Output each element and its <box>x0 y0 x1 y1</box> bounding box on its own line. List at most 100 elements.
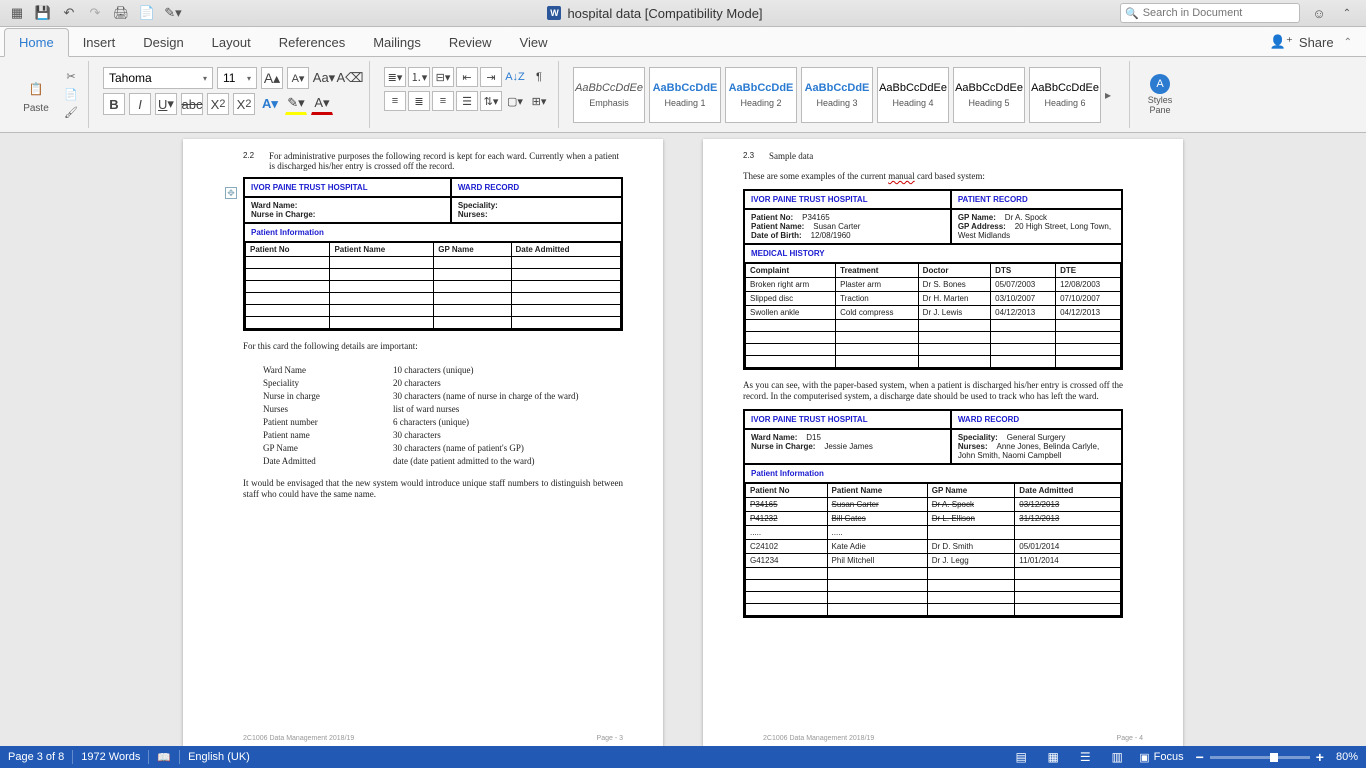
language-status[interactable]: English (UK) <box>188 751 250 763</box>
paste-button[interactable]: 📋 Paste <box>14 75 58 114</box>
styles-group: AaBbCcDdEeEmphasisAaBbCcDdEHeading 1AaBb… <box>565 61 1123 128</box>
search-icon: 🔍 <box>1125 7 1139 20</box>
copy-icon[interactable]: 📄 <box>62 87 80 103</box>
collapse-ribbon-icon[interactable]: ⌃ <box>1338 4 1356 22</box>
numbering-icon[interactable]: ⒈▾ <box>408 67 430 87</box>
page-status[interactable]: Page 3 of 8 <box>8 751 64 763</box>
word-app-icon: W <box>547 6 561 20</box>
font-color-icon[interactable]: A▾ <box>311 93 333 115</box>
zoom-out-icon[interactable]: − <box>1196 749 1204 765</box>
align-right-icon[interactable]: ≡ <box>432 91 454 111</box>
tab-view[interactable]: View <box>506 29 562 56</box>
view-web-icon[interactable]: ▥ <box>1107 749 1127 765</box>
grow-font-icon[interactable]: A▴ <box>261 67 283 89</box>
font-size-dropdown[interactable]: 11▾ <box>217 67 257 89</box>
tab-review[interactable]: Review <box>435 29 506 56</box>
strike-button[interactable]: abc <box>181 93 203 115</box>
view-print-icon[interactable]: ▦ <box>1043 749 1063 765</box>
cut-icon[interactable]: ✂ <box>62 69 80 85</box>
tab-design[interactable]: Design <box>129 29 197 56</box>
clipboard-group: 📋 Paste ✂ 📄 🖌 <box>6 61 89 128</box>
chevron-down-icon: ▾ <box>203 74 207 83</box>
zoom-slider[interactable]: − + <box>1196 749 1324 765</box>
ribbon: 📋 Paste ✂ 📄 🖌 Tahoma▾ 11▾ A▴ A▾ Aa▾ A⌫ B… <box>0 57 1366 133</box>
tab-home[interactable]: Home <box>4 28 69 57</box>
multilevel-icon[interactable]: ⊟▾ <box>432 67 454 87</box>
style-heading-4[interactable]: AaBbCcDdEeHeading 4 <box>877 67 949 123</box>
style-emphasis[interactable]: AaBbCcDdEeEmphasis <box>573 67 645 123</box>
search-box[interactable]: 🔍 <box>1120 3 1300 23</box>
window-menu-icon[interactable]: ▦ <box>8 4 26 22</box>
customize-icon[interactable]: ✎▾ <box>164 4 182 22</box>
justify-icon[interactable]: ☰ <box>456 91 478 111</box>
paragraph-group: ≣▾ ⒈▾ ⊟▾ ⇤ ⇥ A↓Z ¶ ≡ ≣ ≡ ☰ ⇅▾ ▢▾ ⊞▾ <box>376 61 559 128</box>
indent-dec-icon[interactable]: ⇤ <box>456 67 478 87</box>
styles-pane-button[interactable]: A Styles Pane <box>1138 74 1182 116</box>
ward-record-blank: IVOR PAINE TRUST HOSPITALWARD RECORD War… <box>243 177 623 331</box>
page-right: 2.3Sample data These are some examples o… <box>703 139 1183 746</box>
style-heading-2[interactable]: AaBbCcDdEHeading 2 <box>725 67 797 123</box>
definition-list: Ward Name10 characters (unique)Specialit… <box>263 365 623 466</box>
focus-button[interactable]: ▣ Focus <box>1139 751 1183 764</box>
styles-more-icon[interactable]: ▸ <box>1101 88 1115 102</box>
share-icon: 👤⁺ <box>1270 34 1293 50</box>
document-title: hospital data [Compatibility Mode] <box>567 6 762 21</box>
bullets-icon[interactable]: ≣▾ <box>384 67 406 87</box>
chevron-down-icon: ▾ <box>247 74 251 83</box>
styles-pane-group: A Styles Pane <box>1129 61 1190 128</box>
statusbar: Page 3 of 8 1972 Words 📖 English (UK) ▤ … <box>0 746 1366 768</box>
align-center-icon[interactable]: ≣ <box>408 91 430 111</box>
subscript-button[interactable]: X2 <box>207 93 229 115</box>
undo-icon[interactable]: ↶ <box>60 4 78 22</box>
ward-record-filled: IVOR PAINE TRUST HOSPITALWARD RECORD War… <box>743 409 1123 618</box>
search-input[interactable] <box>1143 7 1295 19</box>
save-icon[interactable]: 💾 <box>34 4 52 22</box>
view-read-icon[interactable]: ▤ <box>1011 749 1031 765</box>
shading-icon[interactable]: ▢▾ <box>504 91 526 111</box>
spellcheck-icon[interactable]: 📖 <box>157 751 171 764</box>
clear-format-icon[interactable]: A⌫ <box>339 67 361 89</box>
font-group: Tahoma▾ 11▾ A▴ A▾ Aa▾ A⌫ B I U▾ abc X2 X… <box>95 61 370 128</box>
redo-icon[interactable]: ↷ <box>86 4 104 22</box>
word-count[interactable]: 1972 Words <box>81 751 140 763</box>
bold-button[interactable]: B <box>103 93 125 115</box>
superscript-button[interactable]: X2 <box>233 93 255 115</box>
newdoc-icon[interactable]: 📄 <box>138 4 156 22</box>
chevron-down-icon: ⌃ <box>1344 37 1352 48</box>
tab-insert[interactable]: Insert <box>69 29 130 56</box>
style-heading-1[interactable]: AaBbCcDdEHeading 1 <box>649 67 721 123</box>
underline-button[interactable]: U▾ <box>155 93 177 115</box>
tab-mailings[interactable]: Mailings <box>359 29 435 56</box>
style-heading-6[interactable]: AaBbCcDdEeHeading 6 <box>1029 67 1101 123</box>
tab-references[interactable]: References <box>265 29 359 56</box>
view-outline-icon[interactable]: ☰ <box>1075 749 1095 765</box>
titlebar: ▦ 💾 ↶ ↷ 🖨 📄 ✎▾ W hospital data [Compatib… <box>0 0 1366 27</box>
zoom-value[interactable]: 80% <box>1336 751 1358 763</box>
change-case-icon[interactable]: Aa▾ <box>313 67 335 89</box>
style-heading-3[interactable]: AaBbCcDdEHeading 3 <box>801 67 873 123</box>
style-heading-5[interactable]: AaBbCcDdEeHeading 5 <box>953 67 1025 123</box>
font-name-dropdown[interactable]: Tahoma▾ <box>103 67 213 89</box>
sort-icon[interactable]: A↓Z <box>504 67 526 87</box>
page-left: ✥ 2.2For administrative purposes the fol… <box>183 139 663 746</box>
paste-icon: 📋 <box>24 75 48 103</box>
borders-icon[interactable]: ⊞▾ <box>528 91 550 111</box>
document-area[interactable]: ✥ 2.2For administrative purposes the fol… <box>0 133 1366 746</box>
print-icon[interactable]: 🖨 <box>112 4 130 22</box>
smiley-icon[interactable]: ☺ <box>1310 4 1328 22</box>
zoom-in-icon[interactable]: + <box>1316 749 1324 765</box>
indent-inc-icon[interactable]: ⇥ <box>480 67 502 87</box>
format-painter-icon[interactable]: 🖌 <box>62 105 80 121</box>
line-spacing-icon[interactable]: ⇅▾ <box>480 91 502 111</box>
highlight-icon[interactable]: ✎▾ <box>285 93 307 115</box>
tab-layout[interactable]: Layout <box>198 29 265 56</box>
italic-button[interactable]: I <box>129 93 151 115</box>
show-marks-icon[interactable]: ¶ <box>528 67 550 87</box>
align-left-icon[interactable]: ≡ <box>384 91 406 111</box>
patient-record: IVOR PAINE TRUST HOSPITALPATIENT RECORD … <box>743 189 1123 370</box>
table-anchor-icon[interactable]: ✥ <box>225 187 237 199</box>
share-button[interactable]: 👤⁺ Share ⌃ <box>1260 28 1362 56</box>
shrink-font-icon[interactable]: A▾ <box>287 67 309 89</box>
ribbon-tabs: Home Insert Design Layout References Mai… <box>0 27 1366 57</box>
text-effects-icon[interactable]: A▾ <box>259 93 281 115</box>
